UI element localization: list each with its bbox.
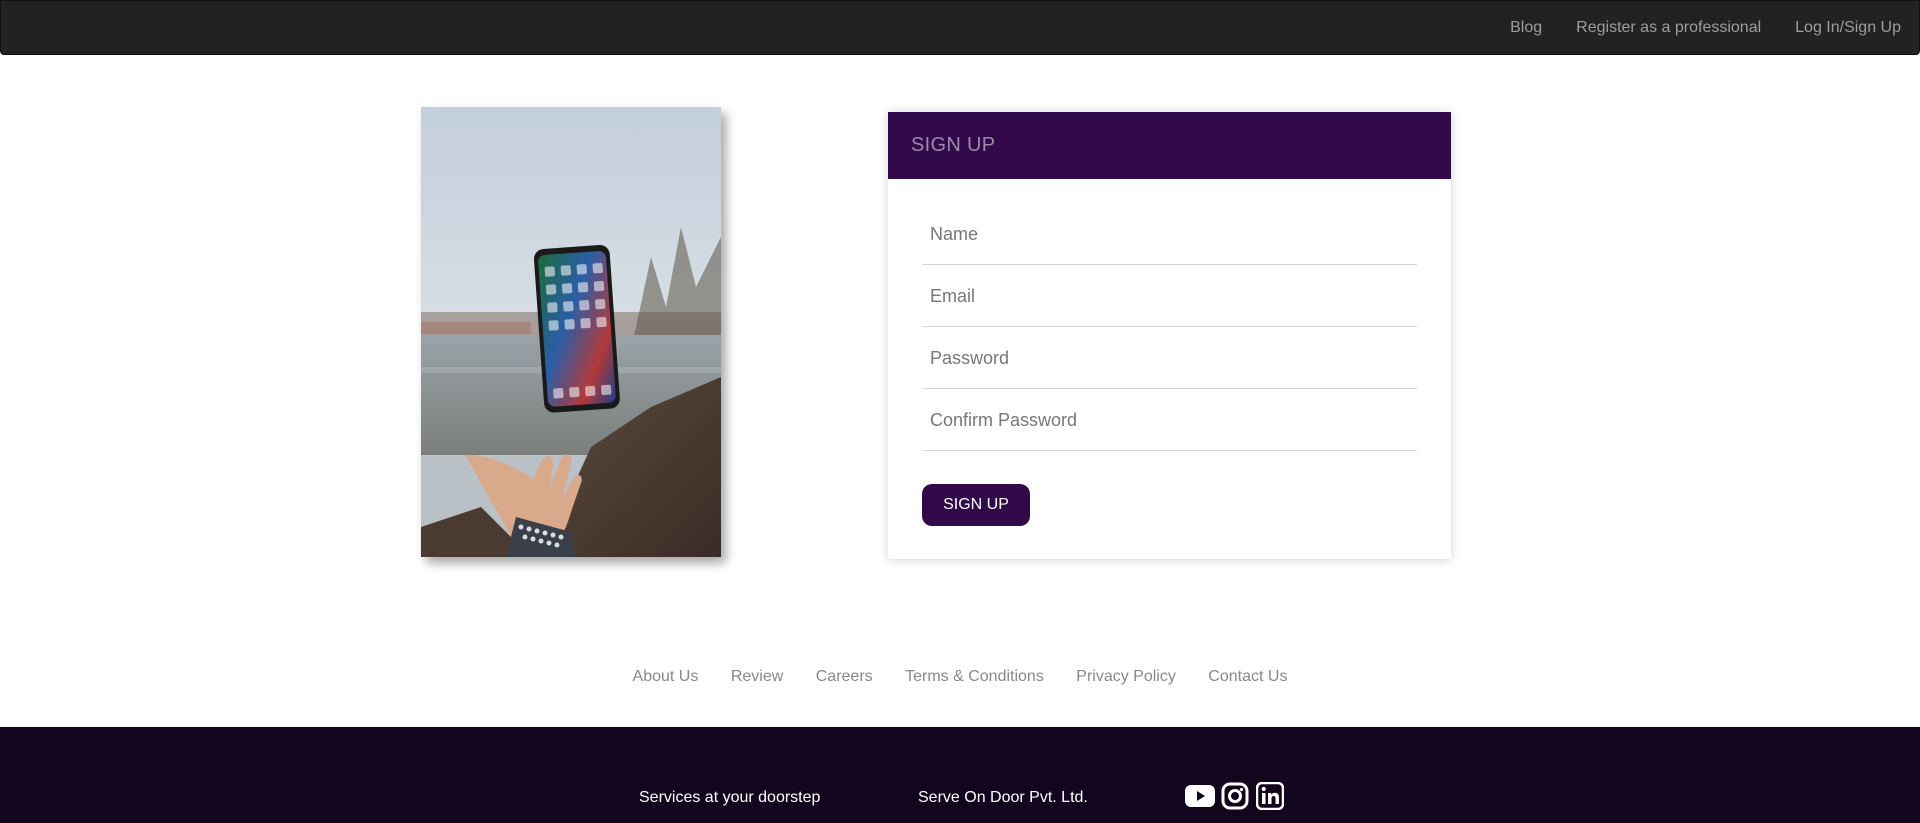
- footer-link-contact[interactable]: Contact Us: [1208, 668, 1287, 686]
- signup-card-header: SIGN UP: [888, 112, 1451, 179]
- signup-button[interactable]: SIGN UP: [922, 484, 1030, 526]
- email-field-wrapper: [922, 265, 1417, 327]
- password-field-wrapper: [922, 327, 1417, 389]
- footer-link-privacy[interactable]: Privacy Policy: [1076, 668, 1176, 686]
- confirm-password-input[interactable]: [922, 390, 1417, 450]
- bottom-footer: Services at your doorstep Serve On Door …: [0, 727, 1920, 823]
- footer-link-about-us[interactable]: About Us: [633, 668, 699, 686]
- linkedin-icon[interactable]: [1255, 781, 1285, 811]
- password-input[interactable]: [922, 328, 1417, 388]
- nav-link-login-signup[interactable]: Log In/Sign Up: [1795, 19, 1901, 37]
- footer-link-terms[interactable]: Terms & Conditions: [905, 668, 1044, 686]
- footer-link-review[interactable]: Review: [731, 668, 783, 686]
- signup-card: SIGN UP SIGN UP: [888, 112, 1451, 559]
- footer-tagline: Services at your doorstep: [639, 789, 821, 806]
- footer-link-careers[interactable]: Careers: [816, 668, 873, 686]
- nav-link-register-professional[interactable]: Register as a professional: [1576, 19, 1761, 37]
- name-field-wrapper: [922, 203, 1417, 265]
- confirm-password-field-wrapper: [922, 389, 1417, 451]
- signup-title: SIGN UP: [911, 134, 996, 156]
- footer-company-name: Serve On Door Pvt. Ltd.: [918, 789, 1088, 806]
- youtube-icon[interactable]: [1185, 781, 1215, 811]
- signup-form: SIGN UP: [888, 179, 1451, 526]
- social-links: [1185, 781, 1285, 811]
- hero-photo: [421, 107, 721, 557]
- nav-links: Blog Register as a professional Log In/S…: [1476, 1, 1901, 54]
- email-input[interactable]: [922, 266, 1417, 326]
- nav-link-blog[interactable]: Blog: [1510, 19, 1542, 37]
- footer-links: About Us Review Careers Terms & Conditio…: [0, 668, 1920, 686]
- name-input[interactable]: [922, 204, 1417, 264]
- instagram-icon[interactable]: [1220, 781, 1250, 811]
- top-navbar: Blog Register as a professional Log In/S…: [0, 0, 1920, 55]
